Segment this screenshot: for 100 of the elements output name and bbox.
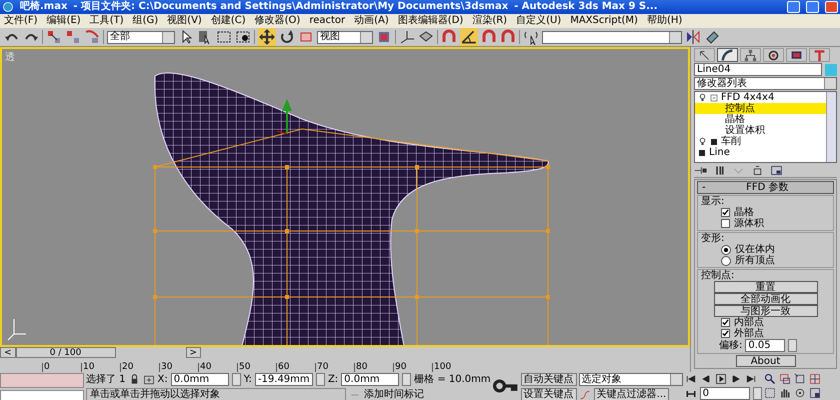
object-color-swatch[interactable] — [825, 64, 837, 76]
stack-sub-item[interactable]: 设置体积 — [695, 125, 826, 136]
menu-item[interactable]: 编辑(E) — [46, 14, 81, 28]
frame-field[interactable]: 0 — [700, 387, 750, 400]
play-icon[interactable] — [714, 373, 727, 385]
menu-item[interactable]: 工具(T) — [90, 14, 124, 28]
stack-item[interactable]: 车削 — [695, 136, 826, 147]
mirror-icon[interactable] — [685, 29, 701, 45]
utilities-tab[interactable] — [809, 48, 830, 62]
panel-button[interactable]: 全部动画化 — [714, 293, 818, 305]
axis-icon[interactable] — [399, 29, 415, 45]
stack-sub-item[interactable]: 控制点 — [695, 103, 826, 114]
menu-item[interactable]: 渲染(R) — [472, 14, 508, 28]
tangent-icon[interactable] — [578, 388, 591, 400]
maxscript-listener-field[interactable] — [0, 373, 84, 388]
angle-snap-icon[interactable] — [460, 28, 478, 46]
panel-button[interactable]: 与图形一致 — [714, 305, 818, 317]
zoom-icon[interactable] — [764, 373, 776, 385]
light-bulb-icon[interactable] — [698, 137, 707, 146]
previous-frame-icon[interactable] — [700, 373, 712, 385]
go-to-start-icon[interactable] — [684, 373, 697, 385]
modifier-stack[interactable]: FFD 4x4x4 控制点 晶格 设置体积 车削 Line — [694, 91, 837, 163]
key-filters-button[interactable]: 关键点过滤器... — [594, 388, 670, 400]
rotate-icon[interactable] — [279, 29, 295, 45]
expander-icon[interactable] — [710, 94, 718, 102]
stack-sub-item[interactable]: 晶格 — [695, 114, 826, 125]
menu-item[interactable]: 组(G) — [132, 14, 158, 28]
checkbox[interactable] — [721, 318, 730, 327]
minimize-button[interactable] — [787, 1, 800, 13]
stack-item-label: FFD 4x4x4 — [721, 92, 774, 103]
unlink-icon[interactable] — [65, 29, 81, 45]
menu-item[interactable]: 自定义(U) — [516, 14, 562, 28]
hierarchy-tab[interactable] — [740, 48, 761, 62]
spinner[interactable] — [232, 373, 241, 386]
lattice-drawing[interactable] — [153, 128, 550, 345]
radio-button[interactable] — [721, 244, 731, 254]
stack-item[interactable]: FFD 4x4x4 — [695, 92, 826, 103]
maximize-viewport-icon[interactable] — [808, 387, 821, 399]
stack-item[interactable]: Line — [695, 147, 826, 158]
menu-item[interactable]: 创建(C) — [210, 14, 246, 28]
menu-item[interactable]: 文件(F) — [4, 14, 38, 28]
menu-item[interactable]: 修改器(O) — [254, 14, 300, 28]
region-zoom-icon[interactable] — [764, 387, 776, 399]
light-bulb-icon[interactable] — [698, 93, 707, 102]
menu-item[interactable]: MAXScript(M) — [570, 14, 638, 28]
coordinate-field[interactable]: 0.0mm — [341, 373, 400, 386]
auto-key-button[interactable]: 自动关键点 — [520, 373, 577, 386]
spinner[interactable] — [316, 373, 325, 386]
checkbox[interactable] — [721, 329, 730, 338]
move-icon[interactable] — [258, 28, 276, 46]
rectangle-selection-icon[interactable] — [216, 29, 232, 45]
key-set-dropdown[interactable]: 选定对象 — [578, 373, 683, 386]
set-key-button[interactable]: 设置关键点 — [520, 388, 577, 400]
display-tab[interactable] — [786, 48, 807, 62]
absolute-mode-icon[interactable] — [142, 374, 155, 386]
menu-item[interactable]: 帮助(H) — [646, 14, 682, 28]
viewport-label: 透 — [5, 50, 15, 64]
orbit-icon[interactable] — [794, 387, 806, 399]
menu-item[interactable]: 动画(A) — [354, 14, 389, 28]
spinner[interactable] — [402, 373, 412, 386]
app-icon — [2, 1, 14, 13]
radio-button[interactable] — [721, 256, 731, 266]
motion-tab[interactable] — [763, 48, 784, 62]
window-crossing-icon[interactable] — [235, 29, 251, 45]
configure-icon[interactable] — [770, 164, 783, 177]
named-selection-dropdown[interactable] — [542, 30, 682, 44]
add-time-tag[interactable]: 添加时间标记 — [364, 388, 424, 400]
offset-field[interactable]: 0.05 — [745, 339, 786, 352]
axis-tripod-icon — [8, 318, 26, 340]
object-name-field[interactable]: Line04 — [694, 63, 822, 76]
previous-frame-button[interactable]: < — [0, 347, 16, 358]
go-to-end-icon[interactable] — [744, 373, 757, 385]
about-button[interactable]: About — [736, 355, 796, 367]
chair-mesh-drawing[interactable] — [154, 72, 549, 345]
collapse-toggle[interactable]: - — [702, 182, 706, 194]
rollout-header[interactable]: - FFD 参数 — [697, 181, 834, 194]
selection-filter-dropdown[interactable]: 全部 — [107, 30, 175, 44]
coordinate-field[interactable]: 0.0mm — [170, 373, 229, 386]
menu-item[interactable]: 图表编辑器(D) — [398, 14, 464, 28]
time-slider[interactable]: 0 / 100 — [16, 347, 116, 358]
zoom-extents-all-icon[interactable] — [808, 373, 821, 385]
checkbox-label: 源体积 — [734, 218, 764, 229]
move-gizmo-icon[interactable] — [276, 99, 292, 134]
checkbox[interactable] — [721, 219, 730, 228]
stack-scrollbar[interactable] — [826, 92, 836, 162]
panel-button[interactable]: 重置 — [714, 281, 818, 293]
menu-item[interactable]: reactor — [309, 14, 346, 28]
modify-tab[interactable] — [717, 48, 738, 62]
modifier-list-dropdown[interactable]: 修改器列表 — [694, 77, 837, 90]
next-frame-icon[interactable] — [730, 373, 742, 385]
create-tab[interactable] — [694, 48, 715, 62]
spinner[interactable] — [788, 339, 798, 352]
reference-coordinate-dropdown[interactable]: 视图 — [317, 30, 373, 44]
maximize-button[interactable] — [806, 1, 819, 13]
coordinate-field[interactable]: -19.49mm — [254, 373, 313, 386]
close-button[interactable] — [825, 1, 838, 13]
menu-item[interactable]: 视图(V) — [167, 14, 202, 28]
link-icon[interactable] — [46, 29, 62, 45]
checkbox[interactable] — [721, 208, 730, 217]
next-frame-button[interactable]: > — [186, 347, 202, 358]
